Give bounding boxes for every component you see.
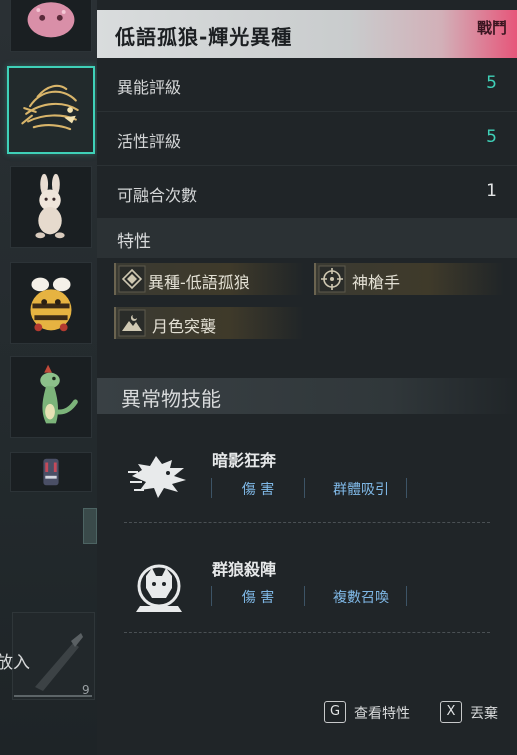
put-in-progress-bar (14, 695, 92, 697)
traits-section-header: 特性 (97, 218, 517, 258)
view-traits-action[interactable]: 查看特性 (354, 703, 410, 723)
skill-tag: 傷 害 (241, 590, 275, 606)
stat-row-ability-grade: 異能評級 5 (97, 58, 517, 112)
skills-title: 異常物技能 (121, 387, 221, 411)
stat-row-activity-grade: 活性評級 5 (97, 112, 517, 166)
wolf-pack-icon (136, 564, 182, 612)
skill-tag: 群體吸引 (333, 482, 389, 498)
stat-label: 可融合次數 (117, 186, 198, 205)
tag-separator (406, 586, 407, 606)
inventory-slot-pink-blob[interactable] (10, 0, 92, 52)
golden-wolf-item-icon (21, 84, 79, 131)
stat-label: 異能評級 (117, 78, 182, 97)
pink-blob-item-icon (27, 2, 75, 38)
trait-chip-marksman[interactable]: 神槍手 (314, 263, 504, 295)
item-type-badge: 戰鬥 (476, 19, 507, 37)
stat-label: 活性評級 (117, 132, 182, 151)
skill-tag: 傷 害 (241, 482, 275, 498)
discard-action[interactable]: 丟棄 (470, 703, 498, 723)
trait-label: 神槍手 (352, 273, 401, 292)
small-robot-item-icon (43, 458, 59, 486)
key-x-icon[interactable]: X (440, 701, 462, 723)
green-dinosaur-item-icon (40, 364, 78, 424)
key-g-icon[interactable]: G (324, 701, 346, 723)
item-header: 低語孤狼-輝光異種 戰鬥 (97, 10, 517, 58)
inventory-slot-small-robot[interactable] (10, 452, 92, 492)
stat-value: 5 (486, 127, 497, 147)
skill-divider (124, 632, 490, 633)
inventory-slot-plush-bunny[interactable] (10, 166, 92, 248)
put-in-label: 放入 (0, 653, 30, 673)
trait-chip-moon-raid[interactable]: 月色突襲 (114, 307, 304, 339)
tag-separator (304, 586, 305, 606)
stat-row-fusion-count: 可融合次數 1 (97, 166, 517, 220)
skill-tag: 複數召喚 (333, 590, 389, 606)
inventory-slot-golden-wolf[interactable] (7, 66, 95, 154)
inventory-scrollbar[interactable] (83, 508, 97, 544)
traits-title: 特性 (117, 232, 151, 252)
plush-bunny-item-icon (35, 173, 65, 239)
item-title: 低語孤狼-輝光異種 (115, 25, 293, 49)
skill-divider (124, 522, 490, 523)
bee-mascot-item-icon (30, 277, 72, 332)
inventory-slot-green-dinosaur[interactable] (10, 356, 92, 438)
wolf-dash-icon (128, 456, 186, 498)
trait-label: 異種-低語孤狼 (148, 273, 250, 292)
trait-label: 月色突襲 (152, 317, 217, 336)
tag-separator (406, 478, 407, 498)
skill-name: 群狼殺陣 (212, 560, 277, 579)
skills-section-header: 異常物技能 (97, 378, 517, 414)
mountain-moon-icon (118, 309, 146, 337)
stat-value: 5 (486, 73, 497, 93)
diamond-icon (118, 265, 146, 293)
stat-value: 1 (486, 181, 497, 201)
trait-chip-variant[interactable]: 異種-低語孤狼 (114, 263, 304, 295)
tag-separator (304, 478, 305, 498)
skill-name: 暗影狂奔 (212, 451, 277, 470)
inventory-panel: 放入 9 (0, 0, 97, 755)
inventory-slot-bee-mascot[interactable] (10, 262, 92, 344)
put-in-count: 9 (82, 683, 90, 697)
crosshair-icon (318, 265, 346, 293)
